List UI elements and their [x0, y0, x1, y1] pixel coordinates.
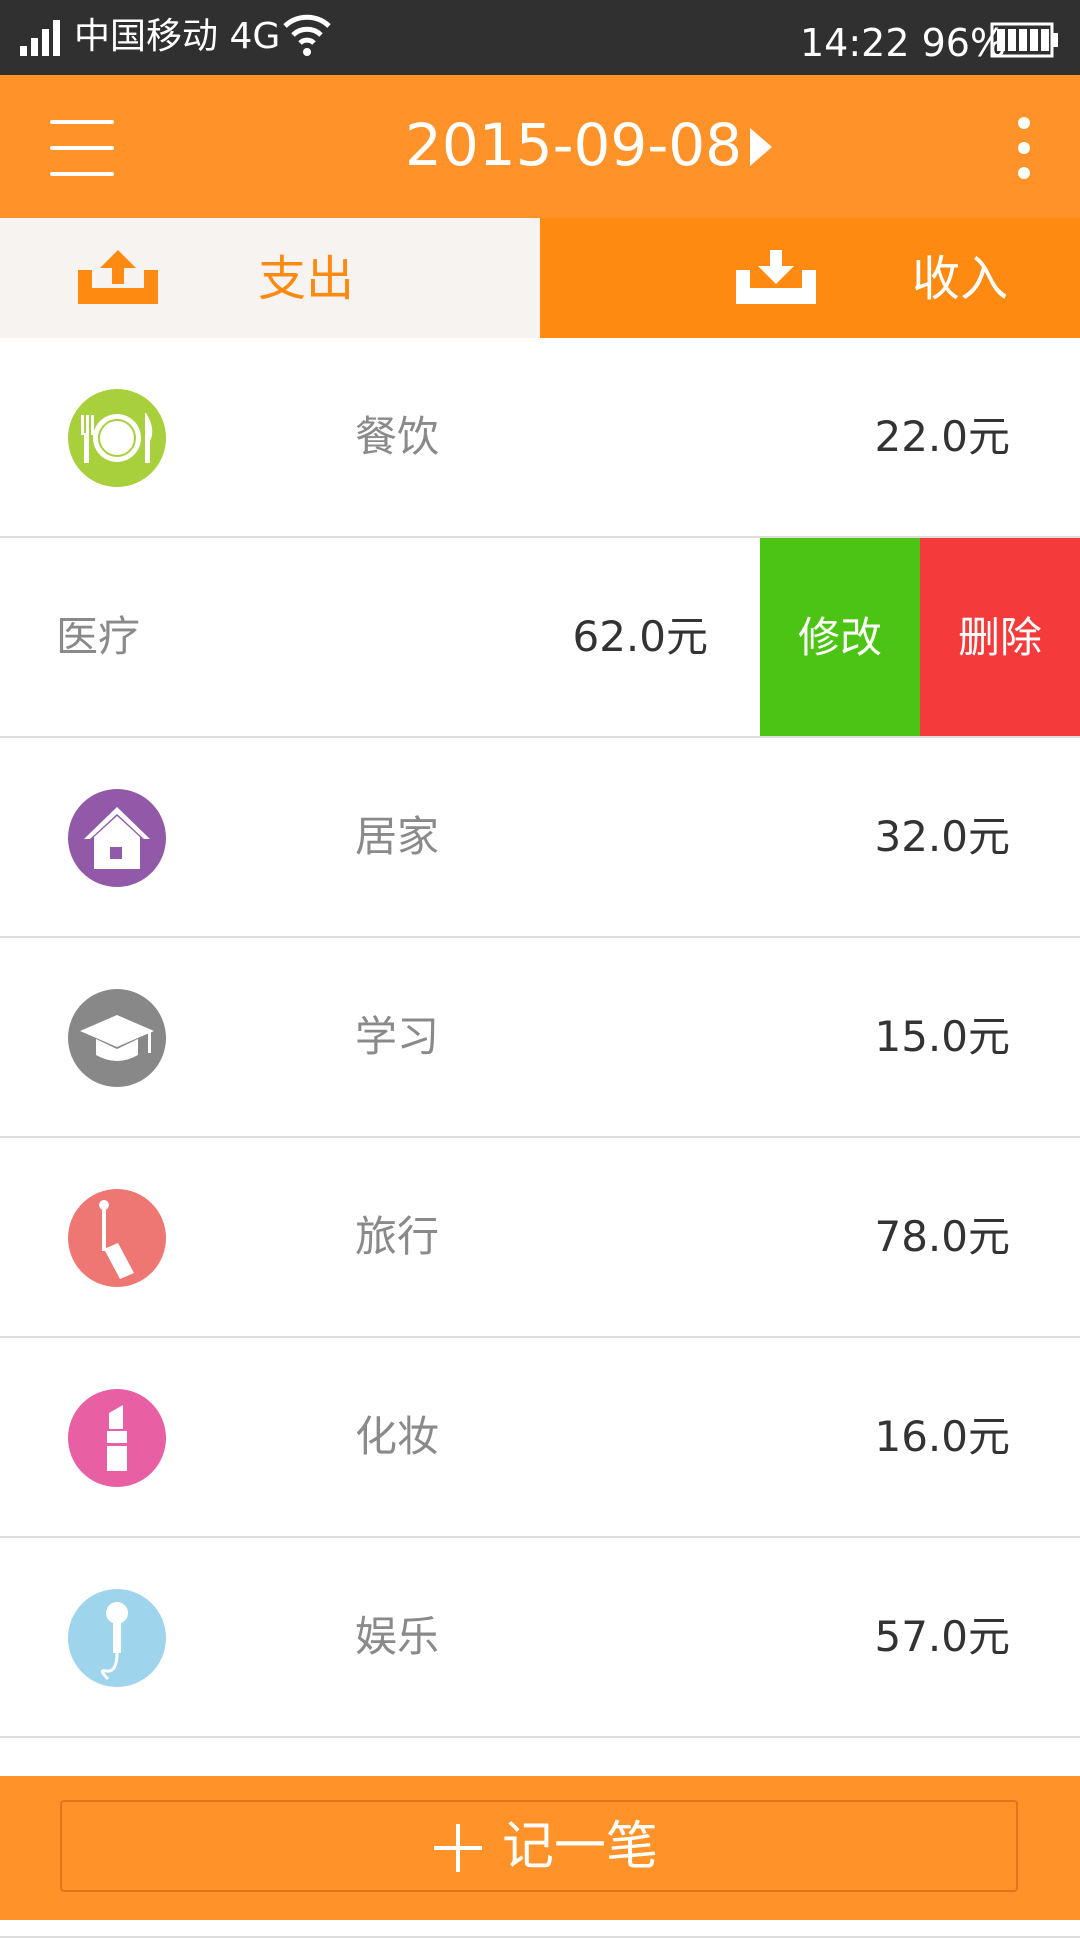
tab-expense[interactable]: 支出	[0, 218, 540, 338]
menu-icon[interactable]	[50, 118, 114, 178]
amount-value: 22.0元	[874, 412, 1010, 461]
date-title[interactable]: 2015-09-08	[405, 109, 742, 181]
list-item-study[interactable]: 学习 15.0元	[0, 938, 1080, 1138]
list-item-home[interactable]: 居家 32.0元	[0, 738, 1080, 938]
list-item-makeup[interactable]: 化妆 16.0元	[0, 1338, 1080, 1538]
edit-button[interactable]: 修改	[760, 538, 920, 736]
luggage-icon	[68, 1189, 166, 1287]
next-date-icon[interactable]	[748, 126, 774, 168]
category-name: 学习	[355, 1012, 440, 1061]
time-battery-label: 14:22 96%	[800, 21, 1007, 65]
dining-icon	[68, 389, 166, 487]
more-icon[interactable]	[1010, 115, 1038, 181]
record-list: 餐饮 22.0元 医疗 62.0元 修改 删除 居家 32.0元 学习 15.0…	[0, 338, 1080, 1938]
amount-value: 62.0元	[572, 612, 708, 661]
category-name: 娱乐	[355, 1612, 440, 1661]
category-name: 化妆	[355, 1412, 440, 1461]
bottom-bar: 记一笔	[0, 1776, 1080, 1920]
list-item-medical[interactable]: 医疗 62.0元 修改 删除	[0, 538, 1080, 738]
amount-value: 32.0元	[874, 812, 1010, 861]
microphone-icon	[68, 1589, 166, 1687]
amount-value: 15.0元	[874, 1012, 1010, 1061]
amount-value: 78.0元	[874, 1212, 1010, 1261]
lipstick-icon	[68, 1389, 166, 1487]
download-icon	[736, 250, 816, 304]
home-icon	[68, 789, 166, 887]
list-item-entertainment[interactable]: 娱乐 57.0元	[0, 1538, 1080, 1738]
tab-income[interactable]: 收入	[540, 218, 1080, 338]
category-name: 居家	[355, 812, 440, 861]
battery-icon	[990, 22, 1058, 58]
graduation-cap-icon	[68, 989, 166, 1087]
add-record-label: 记一笔	[502, 1817, 659, 1877]
category-name: 旅行	[355, 1212, 440, 1261]
wifi-icon	[283, 14, 331, 56]
signal-icon	[20, 20, 60, 56]
app-header: 2015-09-08	[0, 75, 1080, 218]
carrier-label: 中国移动 4G	[74, 16, 281, 57]
list-item-travel[interactable]: 旅行 78.0元	[0, 1138, 1080, 1338]
status-bar: 中国移动 4G 14:22 96%	[0, 0, 1080, 75]
list-item-dining[interactable]: 餐饮 22.0元	[0, 338, 1080, 538]
amount-value: 57.0元	[874, 1612, 1010, 1661]
upload-icon	[78, 250, 158, 304]
category-name: 医疗	[56, 612, 141, 661]
amount-value: 16.0元	[874, 1412, 1010, 1461]
category-name: 餐饮	[355, 412, 440, 461]
tab-income-label: 收入	[912, 251, 1009, 307]
plus-icon	[434, 1824, 482, 1872]
tab-expense-label: 支出	[258, 251, 355, 307]
add-record-button[interactable]: 记一笔	[60, 1800, 1018, 1892]
delete-button[interactable]: 删除	[920, 538, 1080, 736]
